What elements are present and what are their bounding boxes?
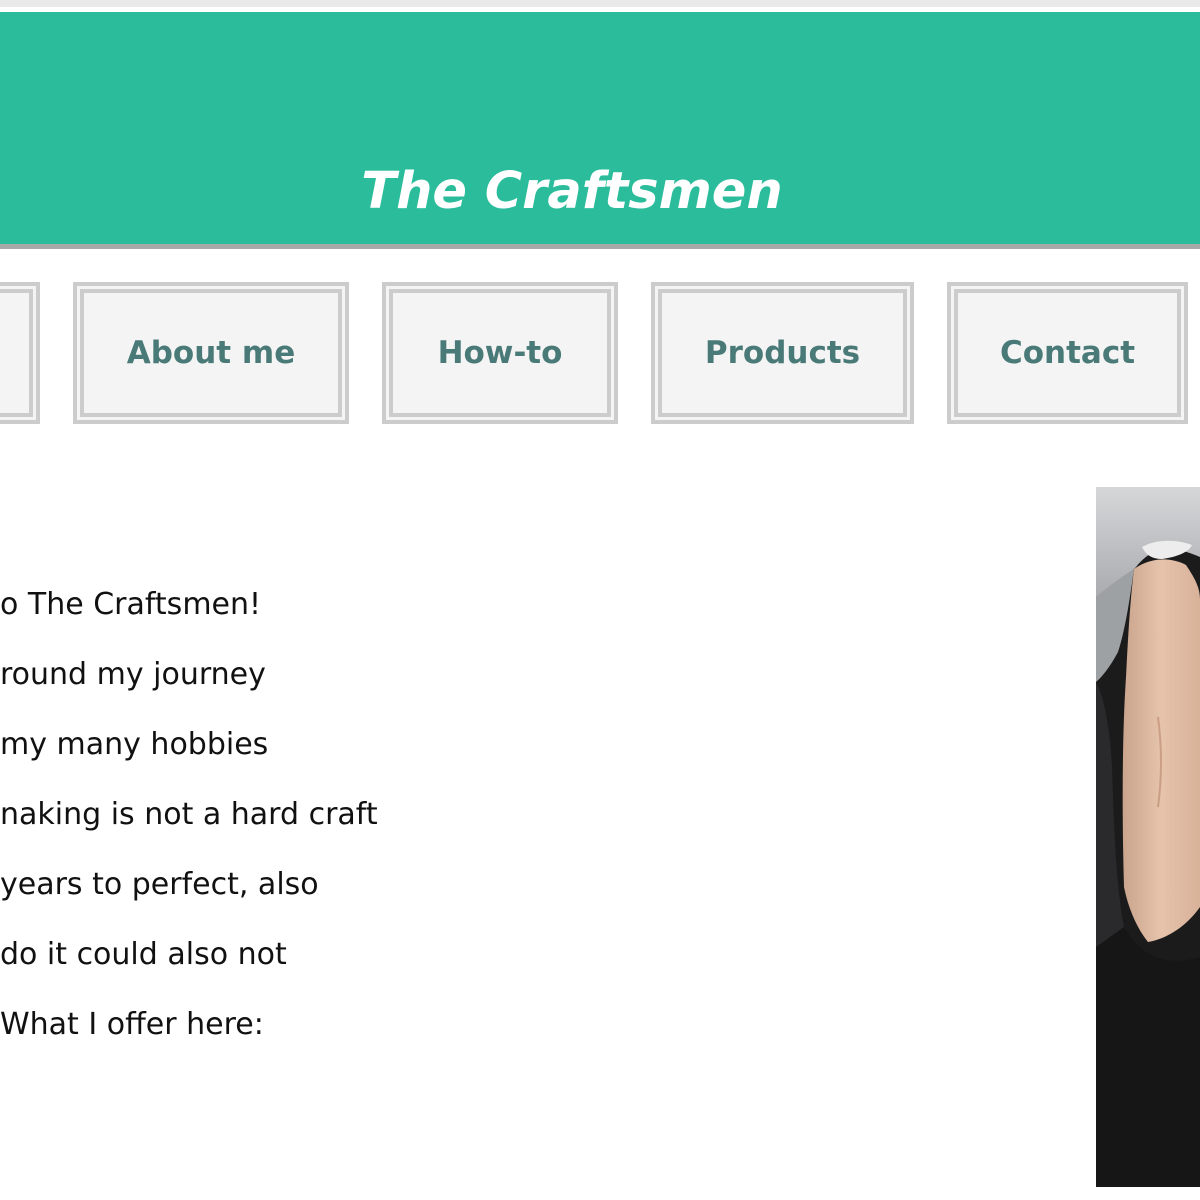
nav-item-contact[interactable]: Contact [947, 282, 1188, 424]
header-divider [0, 244, 1200, 249]
intro-line: o The Craftsmen! [0, 570, 700, 640]
site-title: The Craftsmen [361, 162, 783, 221]
intro-line: round my journey [0, 640, 700, 710]
intro-line: do it could also not [0, 920, 700, 990]
intro-line-text: round my journey [0, 657, 266, 692]
intro-line: What I offer here: [0, 990, 700, 1060]
intro-line-text: years to perfect, also [0, 867, 319, 902]
intro-line: naking is not a hard craft [0, 780, 700, 850]
intro-line-text: do it could also not [0, 937, 287, 972]
nav-item-about-me[interactable]: About me [73, 282, 349, 424]
person-photo-image [1096, 487, 1200, 1187]
nav-item-how-to[interactable]: How-to [382, 282, 618, 424]
site-header: The Craftsmen [0, 12, 1200, 244]
intro-line-text: my many hobbies [0, 727, 269, 762]
intro-line-text: o The Craftsmen! [0, 587, 262, 622]
browser-top-strip [0, 0, 1200, 7]
intro-line-text: What I offer here: [0, 1007, 264, 1042]
intro-line-text: naking is not a hard craft [0, 797, 378, 832]
person-photo [1096, 487, 1200, 1187]
page: The Craftsmen About me How-to Products C… [0, 0, 1200, 1200]
intro-text: o The Craftsmen! round my journey my man… [0, 570, 700, 1060]
nav-item-products[interactable]: Products [651, 282, 914, 424]
intro-line: my many hobbies [0, 710, 700, 780]
nav-item-home[interactable] [0, 282, 40, 424]
intro-line: years to perfect, also [0, 850, 700, 920]
